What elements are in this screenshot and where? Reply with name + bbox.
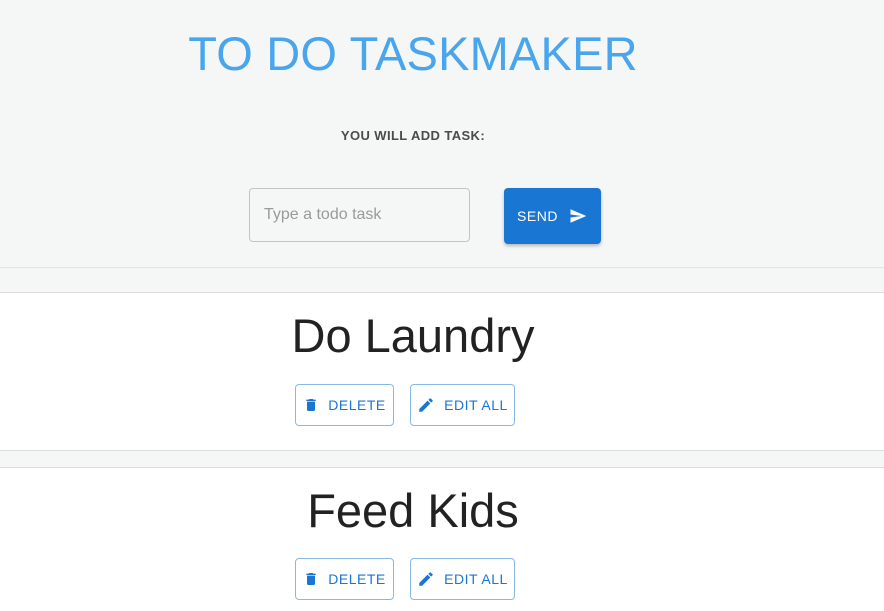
edit-all-button-label: EDIT ALL — [444, 397, 508, 413]
edit-all-button-label: EDIT ALL — [444, 571, 508, 587]
task-title: Do Laundry — [291, 309, 535, 362]
app-page: TO DO TASKMAKER YOU WILL ADD TASK: SEND … — [0, 0, 884, 611]
task-card: Do Laundry DELETE EDIT ALL — [0, 292, 884, 451]
delete-button-label: DELETE — [328, 397, 386, 413]
delete-button-label: DELETE — [328, 571, 386, 587]
add-task-label: YOU WILL ADD TASK: — [340, 128, 486, 143]
send-icon — [568, 207, 588, 225]
todo-task-input[interactable] — [249, 188, 470, 242]
section-divider — [0, 267, 884, 268]
pencil-icon — [417, 570, 435, 588]
pencil-icon — [417, 396, 435, 414]
send-button[interactable]: SEND — [504, 188, 601, 244]
send-button-label: SEND — [517, 208, 558, 224]
app-title: TO DO TASKMAKER — [188, 27, 638, 80]
task-title: Feed Kids — [307, 484, 519, 537]
edit-all-button[interactable]: EDIT ALL — [410, 558, 515, 600]
trash-icon — [303, 570, 319, 588]
task-card: Feed Kids DELETE EDIT ALL — [0, 467, 884, 611]
trash-icon — [303, 396, 319, 414]
delete-button[interactable]: DELETE — [295, 384, 394, 426]
delete-button[interactable]: DELETE — [295, 558, 394, 600]
edit-all-button[interactable]: EDIT ALL — [410, 384, 515, 426]
